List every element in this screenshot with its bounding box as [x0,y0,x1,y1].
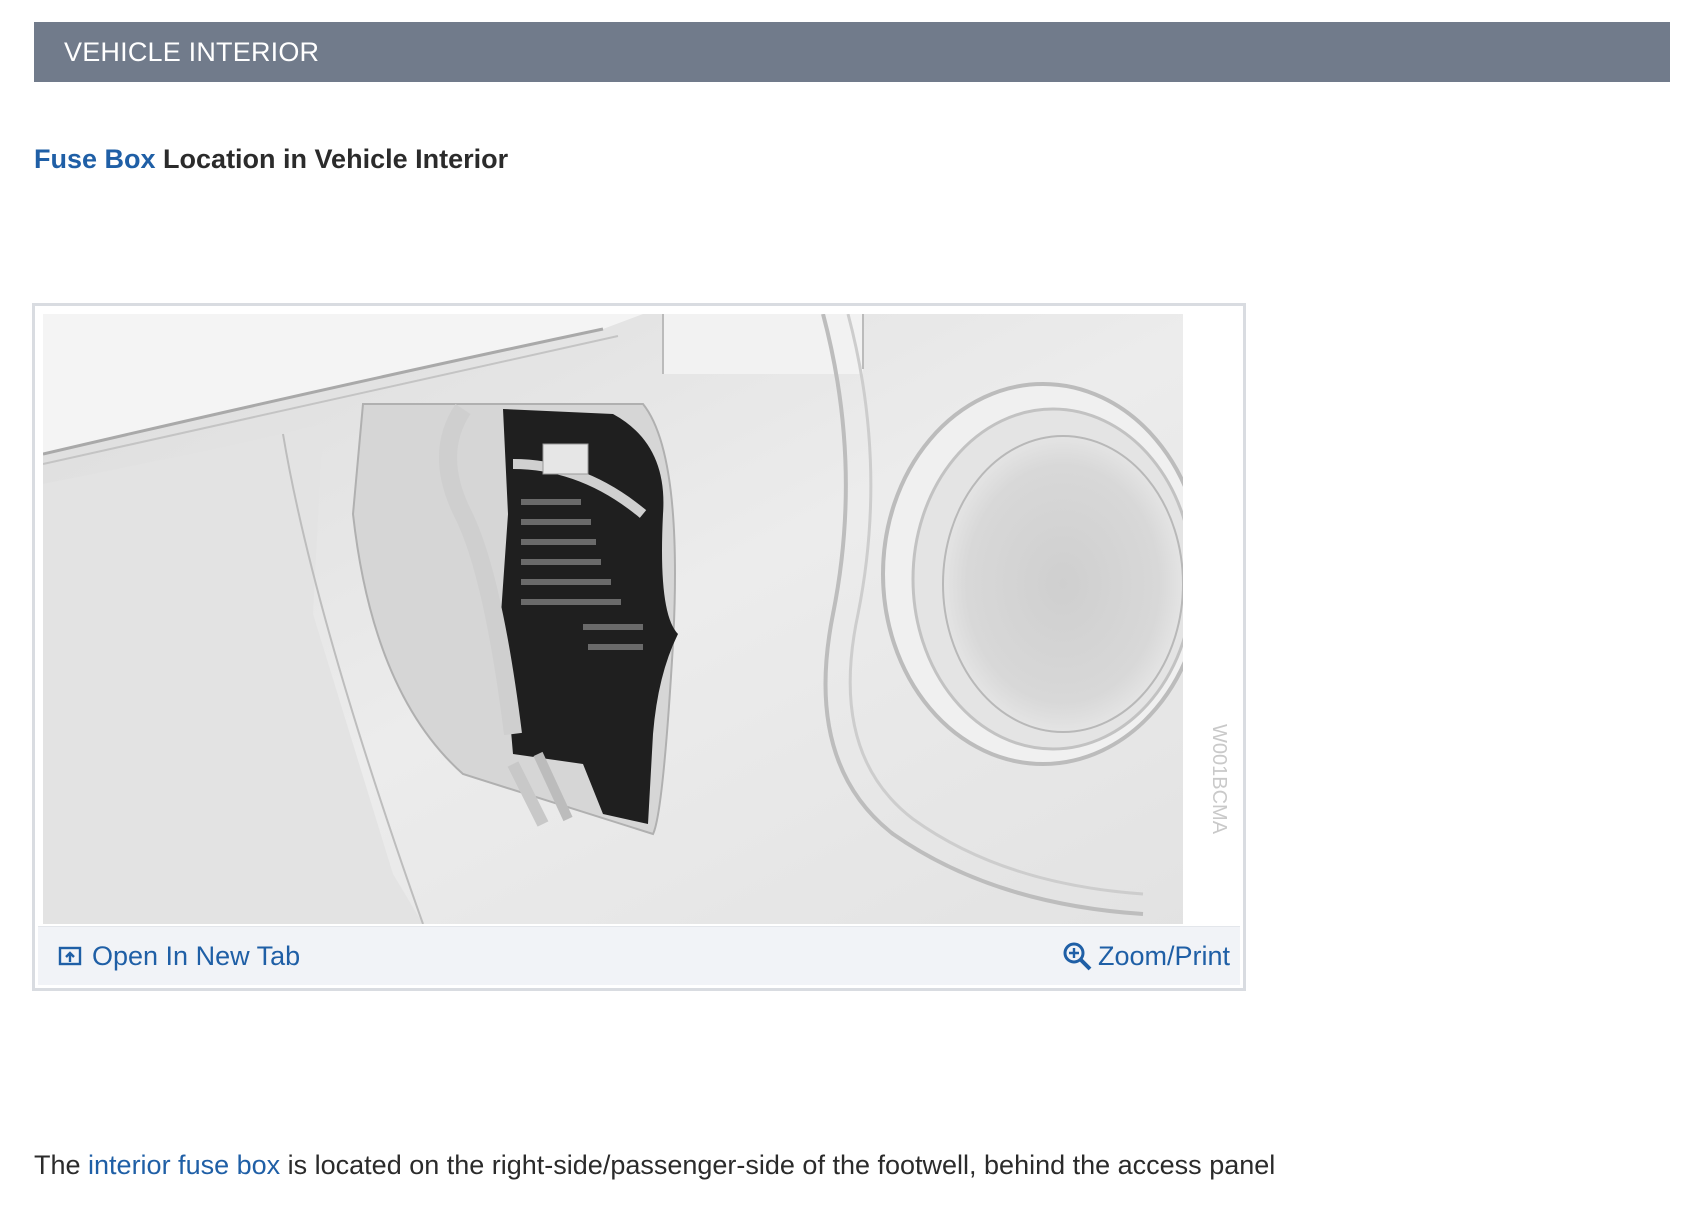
subtitle-text: Location in Vehicle Interior [163,144,509,174]
description-after: is located on the right-side/passenger-s… [280,1150,1276,1180]
open-in-new-tab-label: Open In New Tab [92,940,301,971]
open-in-new-tab-button[interactable]: Open In New Tab [58,927,300,985]
zoom-in-icon [1062,941,1092,971]
fuse-box-location-image[interactable]: W001BCMA [43,314,1235,924]
description-before: The [34,1150,89,1180]
fuse-box-illustration: W001BCMA [43,314,1235,924]
figure-card: W001BCMA Open In New Tab Zoom/Print [32,303,1246,991]
description-paragraph: The interior fuse box is located on the … [34,1150,1275,1181]
figure-toolbar: Open In New Tab Zoom/Print [38,926,1240,985]
section-title: VEHICLE INTERIOR [64,37,320,67]
zoom-print-button[interactable]: Zoom/Print [1062,927,1230,985]
zoom-print-label: Zoom/Print [1097,940,1230,971]
page-subtitle: Fuse Box Location in Vehicle Interior [34,144,508,175]
section-header: VEHICLE INTERIOR [34,22,1670,82]
interior-fuse-box-link[interactable]: interior fuse box [88,1150,280,1180]
image-watermark: W001BCMA [1208,724,1230,835]
open-new-tab-icon [58,945,82,967]
fuse-box-link[interactable]: Fuse Box [34,144,156,174]
